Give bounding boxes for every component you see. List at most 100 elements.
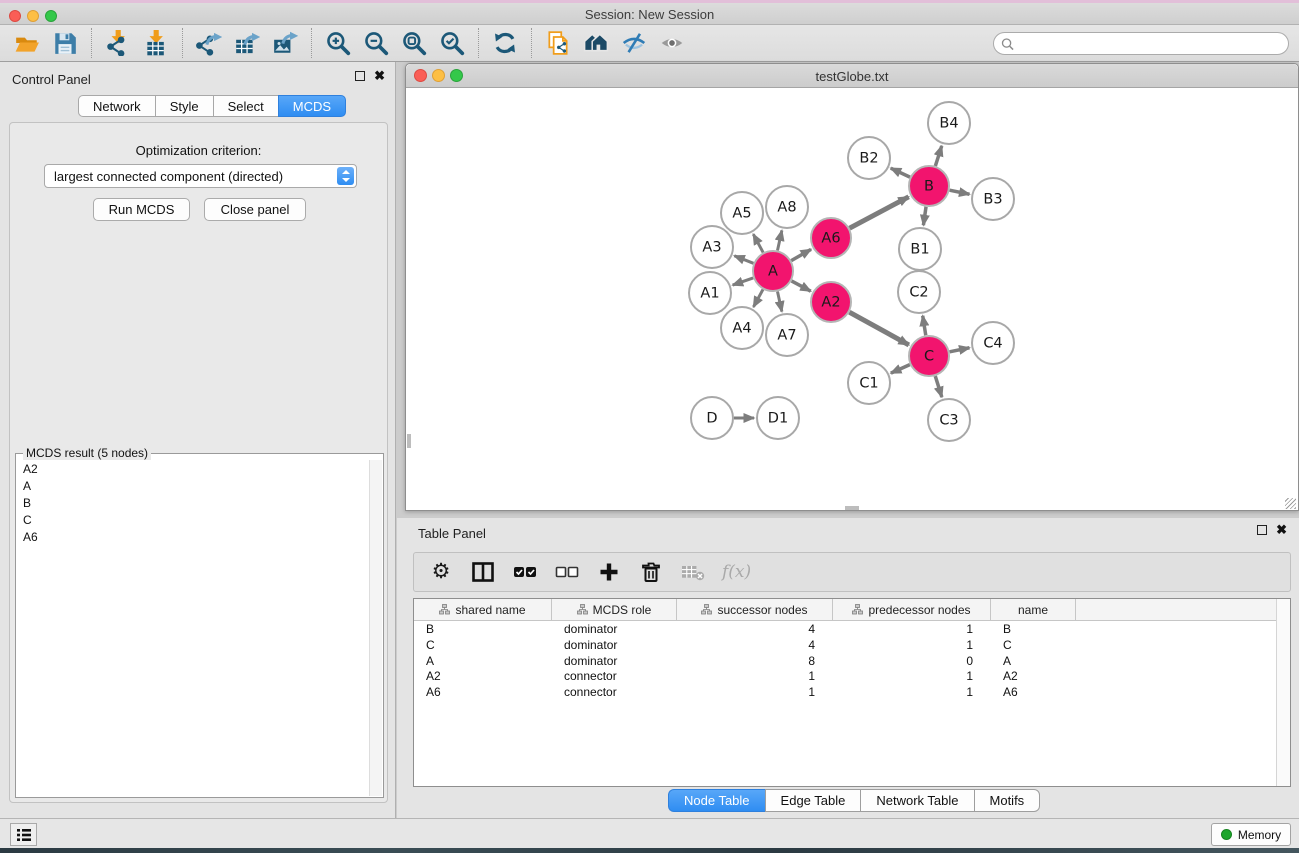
- table-cell[interactable]: 8: [677, 653, 833, 669]
- edge-C-C2[interactable]: [923, 316, 926, 336]
- horizontal-scroll-thumb[interactable]: [845, 506, 859, 510]
- edge-C-C4[interactable]: [950, 348, 970, 352]
- table-cell[interactable]: 1: [677, 668, 833, 684]
- table-cell[interactable]: connector: [552, 668, 677, 684]
- result-item[interactable]: B: [17, 494, 369, 511]
- result-item[interactable]: A2: [17, 460, 369, 477]
- table-cell[interactable]: 1: [833, 637, 991, 653]
- result-item[interactable]: A6: [17, 528, 369, 545]
- edge-C-C1[interactable]: [891, 365, 910, 374]
- table-cell[interactable]: dominator: [552, 653, 677, 669]
- table-cell[interactable]: 4: [677, 637, 833, 653]
- table-cell[interactable]: B: [991, 621, 1076, 637]
- edge-B-B4[interactable]: [935, 146, 941, 166]
- table-cell[interactable]: 1: [833, 621, 991, 637]
- table-cell[interactable]: C: [991, 637, 1076, 653]
- edge-A-A8[interactable]: [777, 230, 781, 250]
- search-box[interactable]: [993, 32, 1289, 55]
- table-cell[interactable]: 1: [833, 684, 991, 700]
- column-header-shared-name[interactable]: shared name: [414, 599, 552, 620]
- tab-mcds[interactable]: MCDS: [278, 95, 346, 117]
- save-session-button[interactable]: [46, 27, 84, 59]
- tab-network-table[interactable]: Network Table: [860, 789, 973, 812]
- table-cell[interactable]: B: [414, 621, 552, 637]
- resize-grip-icon[interactable]: [1285, 498, 1296, 509]
- table-cell[interactable]: A: [414, 653, 552, 669]
- column-header-successor-nodes[interactable]: successor nodes: [677, 599, 833, 620]
- edge-A6-B[interactable]: [850, 197, 909, 228]
- table-cell[interactable]: A2: [991, 668, 1076, 684]
- function-builder-button[interactable]: f(x): [722, 562, 751, 582]
- settings-button[interactable]: ⚙: [428, 559, 454, 585]
- table-close-panel-icon[interactable]: ✖: [1276, 525, 1287, 535]
- zoom-fit-button[interactable]: [395, 27, 433, 59]
- table-cell[interactable]: A: [991, 653, 1076, 669]
- result-item[interactable]: A: [17, 477, 369, 494]
- houses-button[interactable]: [577, 27, 615, 59]
- search-input[interactable]: [1018, 34, 1280, 53]
- result-scrollbar[interactable]: [369, 460, 382, 796]
- columns-button[interactable]: [470, 559, 496, 585]
- export-image-button[interactable]: [266, 27, 304, 59]
- table-scrollbar[interactable]: [1276, 599, 1290, 786]
- edge-A2-C[interactable]: [849, 312, 908, 345]
- run-mcds-button[interactable]: Run MCDS: [93, 198, 190, 221]
- table-cell[interactable]: connector: [552, 684, 677, 700]
- open-session-button[interactable]: [8, 27, 46, 59]
- delete-button[interactable]: [638, 559, 664, 585]
- column-header-MCDS-role[interactable]: MCDS role: [552, 599, 677, 620]
- import-network-button[interactable]: [99, 27, 137, 59]
- network-canvas[interactable]: B4B2BB3A8A5A6A3B1AA1C2A2A4A7C4CC1C3DD1: [407, 89, 1297, 510]
- tab-select[interactable]: Select: [213, 95, 278, 117]
- result-item[interactable]: C: [17, 511, 369, 528]
- tab-motifs[interactable]: Motifs: [974, 789, 1041, 812]
- edge-B-B3[interactable]: [950, 190, 970, 194]
- deselect-all-button[interactable]: [554, 559, 580, 585]
- table-float-panel-icon[interactable]: [1257, 525, 1267, 535]
- edge-A-A4[interactable]: [753, 289, 763, 306]
- edge-A-A3[interactable]: [734, 256, 753, 264]
- table-cell[interactable]: A6: [991, 684, 1076, 700]
- edge-A-A6[interactable]: [791, 249, 811, 260]
- close-panel-button[interactable]: Close panel: [204, 198, 306, 221]
- table-cell[interactable]: C: [414, 637, 552, 653]
- tab-node-table[interactable]: Node Table: [668, 789, 765, 812]
- close-panel-icon[interactable]: ✖: [374, 71, 385, 81]
- edge-A-A5[interactable]: [753, 234, 763, 252]
- import-table-button[interactable]: [137, 27, 175, 59]
- table-cell[interactable]: dominator: [552, 621, 677, 637]
- zoom-selected-button[interactable]: [433, 27, 471, 59]
- edge-A-A2[interactable]: [792, 281, 811, 291]
- table-cell[interactable]: A2: [414, 668, 552, 684]
- float-panel-icon[interactable]: [355, 71, 365, 81]
- zoom-out-button[interactable]: [357, 27, 395, 59]
- tab-style[interactable]: Style: [155, 95, 213, 117]
- edge-C-C3[interactable]: [935, 376, 942, 397]
- add-button[interactable]: [596, 559, 622, 585]
- duplicate-network-button[interactable]: [539, 27, 577, 59]
- delete-table-button[interactable]: [680, 559, 706, 585]
- table-cell[interactable]: 0: [833, 653, 991, 669]
- table-cell[interactable]: 1: [833, 668, 991, 684]
- criterion-dropdown[interactable]: largest connected component (directed): [44, 164, 357, 188]
- zoom-in-button[interactable]: [319, 27, 357, 59]
- memory-button[interactable]: Memory: [1211, 823, 1291, 846]
- eye-visible-button[interactable]: [653, 27, 691, 59]
- edge-A-A7[interactable]: [777, 292, 781, 312]
- table-cell[interactable]: 1: [677, 684, 833, 700]
- table-cell[interactable]: A6: [414, 684, 552, 700]
- export-network-button[interactable]: [190, 27, 228, 59]
- export-table-button[interactable]: [228, 27, 266, 59]
- column-header-name[interactable]: name: [991, 599, 1076, 620]
- edge-B-B1[interactable]: [923, 207, 926, 225]
- edge-B-B2[interactable]: [891, 168, 910, 177]
- network-window-titlebar[interactable]: testGlobe.txt: [406, 64, 1298, 88]
- edge-A-A1[interactable]: [733, 278, 754, 285]
- column-header-predecessor-nodes[interactable]: predecessor nodes: [833, 599, 991, 620]
- network-graph[interactable]: B4B2BB3A8A5A6A3B1AA1C2A2A4A7C4CC1C3DD1: [407, 89, 1297, 510]
- tab-edge-table[interactable]: Edge Table: [765, 789, 861, 812]
- table-cell[interactable]: 4: [677, 621, 833, 637]
- refresh-button[interactable]: [486, 27, 524, 59]
- select-all-button[interactable]: [512, 559, 538, 585]
- tab-network[interactable]: Network: [78, 95, 155, 117]
